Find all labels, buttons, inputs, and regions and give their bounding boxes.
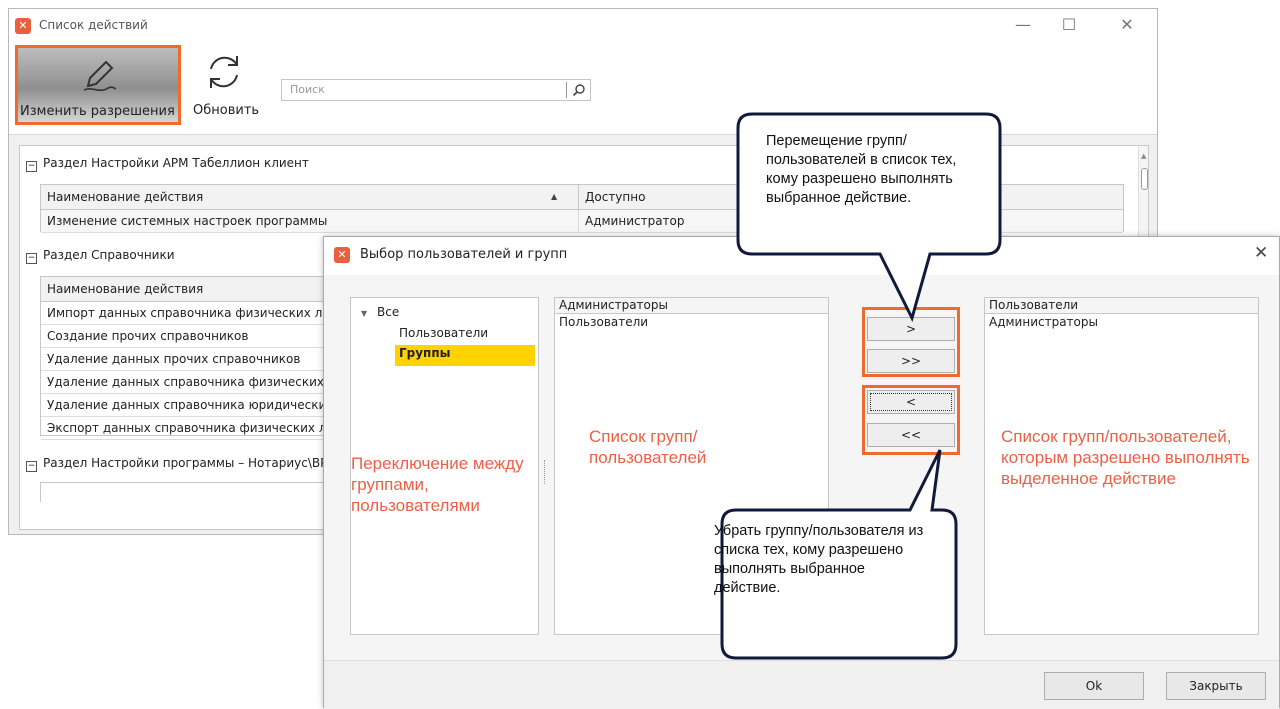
- callout-top-text: Перемещение групп/пользователей в список…: [766, 133, 957, 206]
- callout-shapes: [720, 112, 1002, 660]
- callout-bottom-text: Убрать группу/пользователя из списка тех…: [714, 523, 924, 596]
